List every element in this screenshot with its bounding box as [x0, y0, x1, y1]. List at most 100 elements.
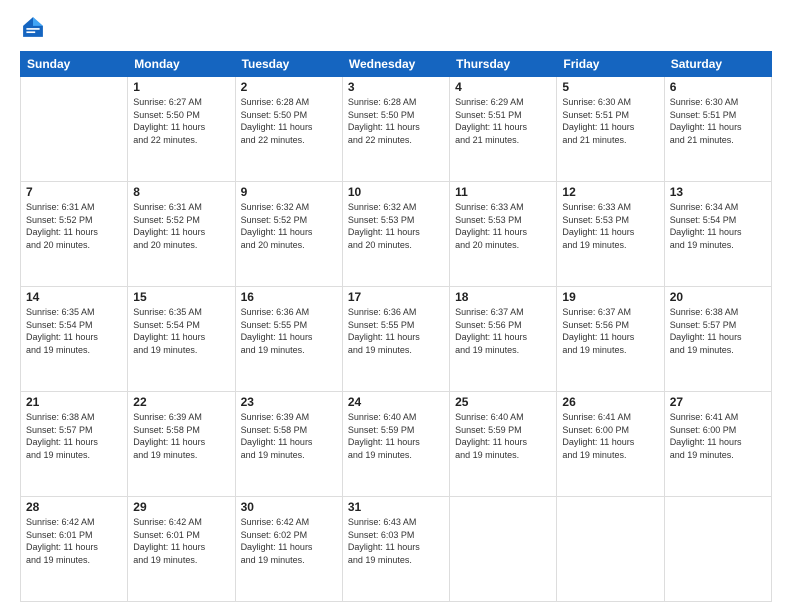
day-number: 8 — [133, 185, 229, 199]
day-number: 5 — [562, 80, 658, 94]
calendar-cell: 7 Sunrise: 6:31 AM Sunset: 5:52 PM Daylig… — [21, 182, 128, 287]
calendar-cell: 6Sunrise: 6:30 AM Sunset: 5:51 PM Daylig… — [664, 77, 771, 182]
day-header: Sunday — [21, 52, 128, 77]
day-number: 7 — [26, 185, 122, 199]
calendar-cell: 10 Sunrise: 6:32 AM Sunset: 5:53 PM Dayli… — [342, 182, 449, 287]
cell-info: Sunrise: 6:38 AM Sunset: 5:57 PM Dayligh… — [670, 306, 766, 356]
calendar-cell: 27 Sunrise: 6:41 AM Sunset: 6:00 PM Dayli… — [664, 392, 771, 497]
cell-info: Sunrise: 6:42 AM Sunset: 6:01 PM Dayligh… — [26, 516, 122, 566]
cell-info: Sunrise: 6:41 AM Sunset: 6:00 PM Dayligh… — [562, 411, 658, 461]
calendar-cell: 2 Sunrise: 6:28 AM Sunset: 5:50 PM Daylig… — [235, 77, 342, 182]
calendar-cell: 31 Sunrise: 6:43 AM Sunset: 6:03 PM Dayli… — [342, 497, 449, 602]
cell-info: Sunrise: 6:42 AM Sunset: 6:01 PM Dayligh… — [133, 516, 229, 566]
day-number: 13 — [670, 185, 766, 199]
calendar-cell: 8 Sunrise: 6:31 AM Sunset: 5:52 PM Daylig… — [128, 182, 235, 287]
cell-info: Sunrise: 6:37 AM Sunset: 5:56 PM Dayligh… — [562, 306, 658, 356]
day-number: 2 — [241, 80, 337, 94]
logo — [20, 16, 44, 43]
cell-info: Sunrise: 6:33 AM Sunset: 5:53 PM Dayligh… — [562, 201, 658, 251]
day-header: Tuesday — [235, 52, 342, 77]
cell-info: Sunrise: 6:39 AM Sunset: 5:58 PM Dayligh… — [133, 411, 229, 461]
cell-info: Sunrise: 6:42 AM Sunset: 6:02 PM Dayligh… — [241, 516, 337, 566]
calendar-cell: 26 Sunrise: 6:41 AM Sunset: 6:00 PM Dayli… — [557, 392, 664, 497]
calendar-cell: 12 Sunrise: 6:33 AM Sunset: 5:53 PM Dayli… — [557, 182, 664, 287]
day-number: 30 — [241, 500, 337, 514]
day-number: 18 — [455, 290, 551, 304]
day-number: 12 — [562, 185, 658, 199]
calendar-cell: 25Sunrise: 6:40 AM Sunset: 5:59 PM Dayli… — [450, 392, 557, 497]
day-number: 21 — [26, 395, 122, 409]
calendar-week-row: 1 Sunrise: 6:27 AM Sunset: 5:50 PM Daylig… — [21, 77, 772, 182]
calendar-cell: 11Sunrise: 6:33 AM Sunset: 5:53 PM Dayli… — [450, 182, 557, 287]
cell-info: Sunrise: 6:36 AM Sunset: 5:55 PM Dayligh… — [241, 306, 337, 356]
calendar-cell — [664, 497, 771, 602]
day-number: 24 — [348, 395, 444, 409]
day-number: 20 — [670, 290, 766, 304]
calendar-cell: 22 Sunrise: 6:39 AM Sunset: 5:58 PM Dayli… — [128, 392, 235, 497]
day-number: 27 — [670, 395, 766, 409]
calendar-week-row: 14 Sunrise: 6:35 AM Sunset: 5:54 PM Dayli… — [21, 287, 772, 392]
day-header: Thursday — [450, 52, 557, 77]
day-number: 31 — [348, 500, 444, 514]
calendar-cell: 30 Sunrise: 6:42 AM Sunset: 6:02 PM Dayli… — [235, 497, 342, 602]
day-number: 14 — [26, 290, 122, 304]
calendar-table: SundayMondayTuesdayWednesdayThursdayFrid… — [20, 51, 772, 602]
cell-info: Sunrise: 6:37 AM Sunset: 5:56 PM Dayligh… — [455, 306, 551, 356]
day-number: 11 — [455, 185, 551, 199]
cell-info: Sunrise: 6:43 AM Sunset: 6:03 PM Dayligh… — [348, 516, 444, 566]
calendar-cell: 20 Sunrise: 6:38 AM Sunset: 5:57 PM Dayli… — [664, 287, 771, 392]
calendar-cell: 16 Sunrise: 6:36 AM Sunset: 5:55 PM Dayli… — [235, 287, 342, 392]
calendar-cell: 24 Sunrise: 6:40 AM Sunset: 5:59 PM Dayli… — [342, 392, 449, 497]
day-header: Monday — [128, 52, 235, 77]
day-number: 19 — [562, 290, 658, 304]
cell-info: Sunrise: 6:28 AM Sunset: 5:50 PM Dayligh… — [241, 96, 337, 146]
day-number: 16 — [241, 290, 337, 304]
day-number: 4 — [455, 80, 551, 94]
day-number: 26 — [562, 395, 658, 409]
cell-info: Sunrise: 6:38 AM Sunset: 5:57 PM Dayligh… — [26, 411, 122, 461]
cell-info: Sunrise: 6:32 AM Sunset: 5:53 PM Dayligh… — [348, 201, 444, 251]
day-header: Friday — [557, 52, 664, 77]
day-number: 17 — [348, 290, 444, 304]
cell-info: Sunrise: 6:30 AM Sunset: 5:51 PM Dayligh… — [562, 96, 658, 146]
day-header: Wednesday — [342, 52, 449, 77]
cell-info: Sunrise: 6:35 AM Sunset: 5:54 PM Dayligh… — [133, 306, 229, 356]
day-number: 29 — [133, 500, 229, 514]
cell-info: Sunrise: 6:34 AM Sunset: 5:54 PM Dayligh… — [670, 201, 766, 251]
calendar-week-row: 21 Sunrise: 6:38 AM Sunset: 5:57 PM Dayli… — [21, 392, 772, 497]
calendar-cell — [21, 77, 128, 182]
calendar-week-row: 7 Sunrise: 6:31 AM Sunset: 5:52 PM Daylig… — [21, 182, 772, 287]
calendar-cell — [450, 497, 557, 602]
calendar-cell: 17 Sunrise: 6:36 AM Sunset: 5:55 PM Dayli… — [342, 287, 449, 392]
cell-info: Sunrise: 6:27 AM Sunset: 5:50 PM Dayligh… — [133, 96, 229, 146]
calendar-cell: 9Sunrise: 6:32 AM Sunset: 5:52 PM Daylig… — [235, 182, 342, 287]
cell-info: Sunrise: 6:32 AM Sunset: 5:52 PM Dayligh… — [241, 201, 337, 251]
calendar-week-row: 28Sunrise: 6:42 AM Sunset: 6:01 PM Dayli… — [21, 497, 772, 602]
calendar-cell — [557, 497, 664, 602]
day-number: 6 — [670, 80, 766, 94]
cell-info: Sunrise: 6:40 AM Sunset: 5:59 PM Dayligh… — [348, 411, 444, 461]
day-number: 3 — [348, 80, 444, 94]
calendar-cell: 13 Sunrise: 6:34 AM Sunset: 5:54 PM Dayli… — [664, 182, 771, 287]
cell-info: Sunrise: 6:35 AM Sunset: 5:54 PM Dayligh… — [26, 306, 122, 356]
calendar-cell: 1 Sunrise: 6:27 AM Sunset: 5:50 PM Daylig… — [128, 77, 235, 182]
calendar-cell: 29 Sunrise: 6:42 AM Sunset: 6:01 PM Dayli… — [128, 497, 235, 602]
calendar-cell: 15 Sunrise: 6:35 AM Sunset: 5:54 PM Dayli… — [128, 287, 235, 392]
cell-info: Sunrise: 6:31 AM Sunset: 5:52 PM Dayligh… — [26, 201, 122, 251]
cell-info: Sunrise: 6:39 AM Sunset: 5:58 PM Dayligh… — [241, 411, 337, 461]
day-number: 10 — [348, 185, 444, 199]
cell-info: Sunrise: 6:31 AM Sunset: 5:52 PM Dayligh… — [133, 201, 229, 251]
cell-info: Sunrise: 6:41 AM Sunset: 6:00 PM Dayligh… — [670, 411, 766, 461]
day-number: 22 — [133, 395, 229, 409]
calendar-cell: 14 Sunrise: 6:35 AM Sunset: 5:54 PM Dayli… — [21, 287, 128, 392]
calendar-cell: 4Sunrise: 6:29 AM Sunset: 5:51 PM Daylig… — [450, 77, 557, 182]
day-number: 1 — [133, 80, 229, 94]
cell-info: Sunrise: 6:36 AM Sunset: 5:55 PM Dayligh… — [348, 306, 444, 356]
day-number: 25 — [455, 395, 551, 409]
day-header: Saturday — [664, 52, 771, 77]
day-number: 15 — [133, 290, 229, 304]
calendar-cell: 28Sunrise: 6:42 AM Sunset: 6:01 PM Dayli… — [21, 497, 128, 602]
page: SundayMondayTuesdayWednesdayThursdayFrid… — [0, 0, 792, 612]
header-row: SundayMondayTuesdayWednesdayThursdayFrid… — [21, 52, 772, 77]
cell-info: Sunrise: 6:28 AM Sunset: 5:50 PM Dayligh… — [348, 96, 444, 146]
